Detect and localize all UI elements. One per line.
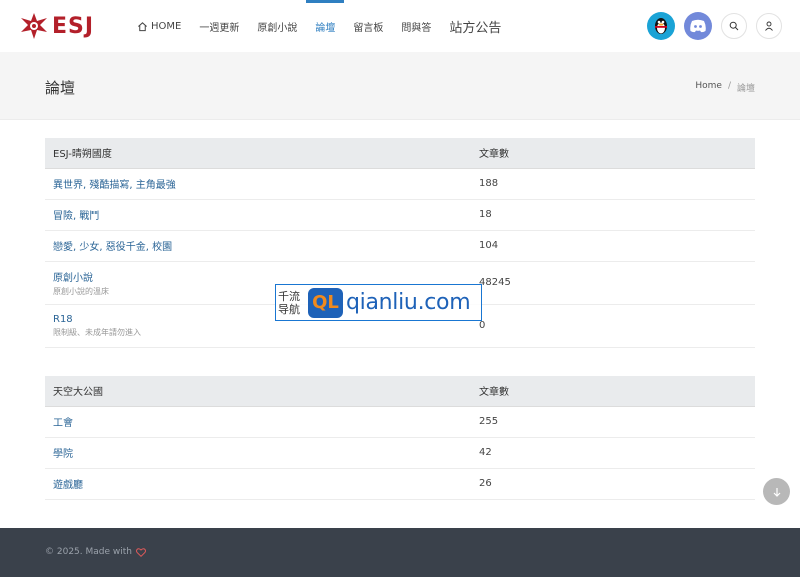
nav-original-novels[interactable]: 原創小說 [248,0,306,52]
arrow-down-icon [773,487,780,497]
home-icon [138,21,147,31]
post-count: 104 [471,230,755,262]
header-icon-group [647,12,782,40]
forum-link[interactable]: 冒險, 戰鬥 [53,207,463,222]
post-count: 48245 [471,261,755,305]
table-header-count: 文章數 [471,376,755,407]
user-icon [765,21,773,31]
discord-icon [690,19,706,33]
forum-link[interactable]: 原創小說 [53,269,463,284]
heart-icon [135,547,146,557]
nav-original-novels-label: 原創小說 [257,22,298,34]
nav-message-board[interactable]: 留言板 [344,0,392,52]
search-button[interactable] [721,13,747,39]
table-row: 工會 255 [45,406,755,438]
table-row: 遊戲廳 26 [45,468,755,500]
nav-qa[interactable]: 問與答 [392,0,440,52]
post-count: 42 [471,437,755,469]
forum-link[interactable]: 工會 [53,414,463,429]
table-row: 學院 42 [45,437,755,469]
table-row: 冒險, 戰鬥 18 [45,199,755,231]
watermark-overlay: 千流 导航 QL qianliu.com [275,284,482,321]
nav-message-board-label: 留言板 [353,22,384,34]
page-title: 論壇 [45,79,76,97]
discord-button[interactable] [684,12,712,40]
breadcrumb-separator: / [727,81,731,91]
breadcrumb-current: 論壇 [736,84,755,94]
nav-announcements[interactable]: 站方公告 [440,0,510,52]
nav-weekly-updates[interactable]: 一週更新 [190,0,248,52]
search-icon [729,21,739,31]
nav-weekly-updates-label: 一週更新 [199,22,240,34]
scroll-down-button[interactable] [763,478,790,505]
table-header-name: ESJ-晴朔國度 [45,138,471,169]
footer-copyright: © 2025. Made with [45,547,132,557]
top-header: ESJ HOME 一週更新 原創小說 論壇 留言板 問與答 站方公告 [0,0,800,52]
forum-table-sky-duchy: 天空大公國 文章數 工會 255 學院 42 遊戲廳 26 [45,376,755,500]
breadcrumb-home-link[interactable]: Home [695,81,722,94]
forum-link[interactable]: 異世界, 殘酷描寫, 主角最強 [53,176,463,191]
logo-text: ESJ [52,13,95,39]
logo-emblem-icon [21,13,47,39]
nav-qa-label: 問與答 [401,22,432,34]
forum-link[interactable]: 遊戲廳 [53,476,463,491]
qq-penguin-icon [655,18,667,34]
qq-button[interactable] [647,12,675,40]
site-logo[interactable]: ESJ [20,11,94,41]
post-count: 26 [471,468,755,500]
watermark-url: qianliu.com [346,290,471,315]
nav-home[interactable]: HOME [128,0,190,52]
forum-description: 限制級、未成年請勿進入 [53,327,141,337]
nav-announcements-label: 站方公告 [449,20,502,36]
watermark-cn-line1: 千流 [278,289,300,303]
table-row: 異世界, 殘酷描寫, 主角最強 188 [45,168,755,200]
table-header-name: 天空大公國 [45,376,471,407]
post-count: 188 [471,168,755,200]
nav-forum-label: 論壇 [315,22,336,34]
watermark-cn-text: 千流 导航 [278,290,306,316]
watermark-cn-line2: 导航 [278,302,300,316]
forum-link[interactable]: 戀愛, 少女, 惡役千金, 校園 [53,238,463,253]
table-row: 戀愛, 少女, 惡役千金, 校園 104 [45,230,755,262]
post-count: 18 [471,199,755,231]
watermark-badge: QL [308,287,343,318]
footer: © 2025. Made with [0,528,800,577]
page-header: 論壇 Home / 論壇 [0,52,800,120]
main-nav: HOME 一週更新 原創小說 論壇 留言板 問與答 站方公告 [128,0,510,52]
footer-credits: © 2025. Made with [45,547,146,557]
nav-home-label: HOME [151,20,182,32]
post-count: 255 [471,406,755,438]
nav-forum[interactable]: 論壇 [306,0,345,52]
post-count: 0 [471,304,755,348]
forum-link[interactable]: 學院 [53,445,463,460]
user-button[interactable] [756,13,782,39]
table-header-count: 文章數 [471,138,755,169]
breadcrumb: Home / 論壇 [695,81,755,94]
